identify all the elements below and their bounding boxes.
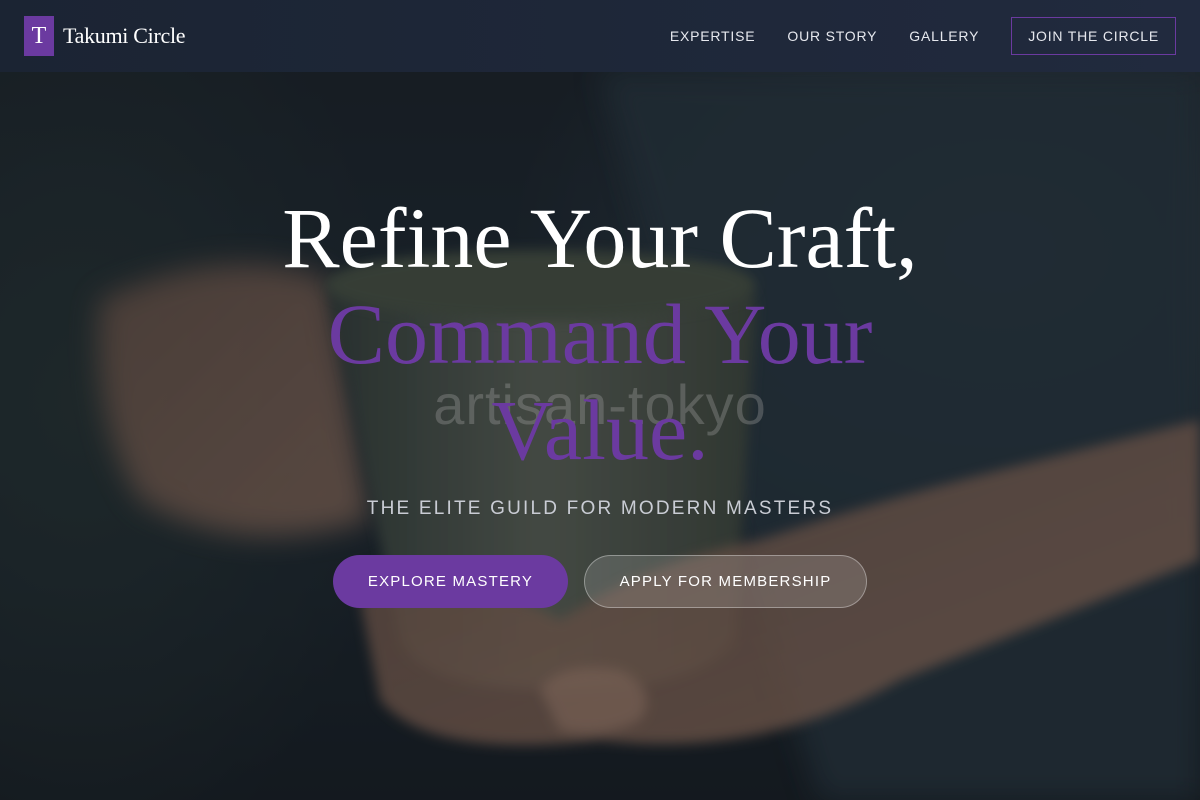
logo-link[interactable]: T Takumi Circle bbox=[24, 16, 186, 56]
nav-link-gallery[interactable]: GALLERY bbox=[909, 28, 979, 44]
nav-link-our-story[interactable]: OUR STORY bbox=[787, 28, 877, 44]
brand-name: Takumi Circle bbox=[63, 23, 186, 48]
site-header: T Takumi Circle EXPERTISE OUR STORY GALL… bbox=[0, 0, 1200, 72]
hero-headline: Refine Your Craft, Command Your Value. bbox=[0, 190, 1200, 478]
join-the-circle-button[interactable]: JOIN THE CIRCLE bbox=[1011, 17, 1176, 55]
headline-line-1: Refine Your Craft, bbox=[282, 190, 918, 286]
logo-mark: T bbox=[24, 16, 54, 56]
main-nav: EXPERTISE OUR STORY GALLERY JOIN THE CIR… bbox=[638, 17, 1176, 55]
hero-tagline: THE ELITE GUILD FOR MODERN MASTERS bbox=[366, 498, 834, 519]
headline-line-2: Command Your Value. bbox=[327, 286, 873, 478]
hero-section: artisan-tokyo Refine Your Craft, Command… bbox=[0, 72, 1200, 800]
hero-cta-group: EXPLORE MASTERY APPLY FOR MEMBERSHIP bbox=[333, 555, 867, 608]
apply-for-membership-button[interactable]: APPLY FOR MEMBERSHIP bbox=[584, 555, 867, 608]
explore-mastery-button[interactable]: EXPLORE MASTERY bbox=[333, 555, 568, 608]
landing-page: T Takumi Circle EXPERTISE OUR STORY GALL… bbox=[0, 0, 1200, 800]
nav-link-expertise[interactable]: EXPERTISE bbox=[670, 28, 756, 44]
